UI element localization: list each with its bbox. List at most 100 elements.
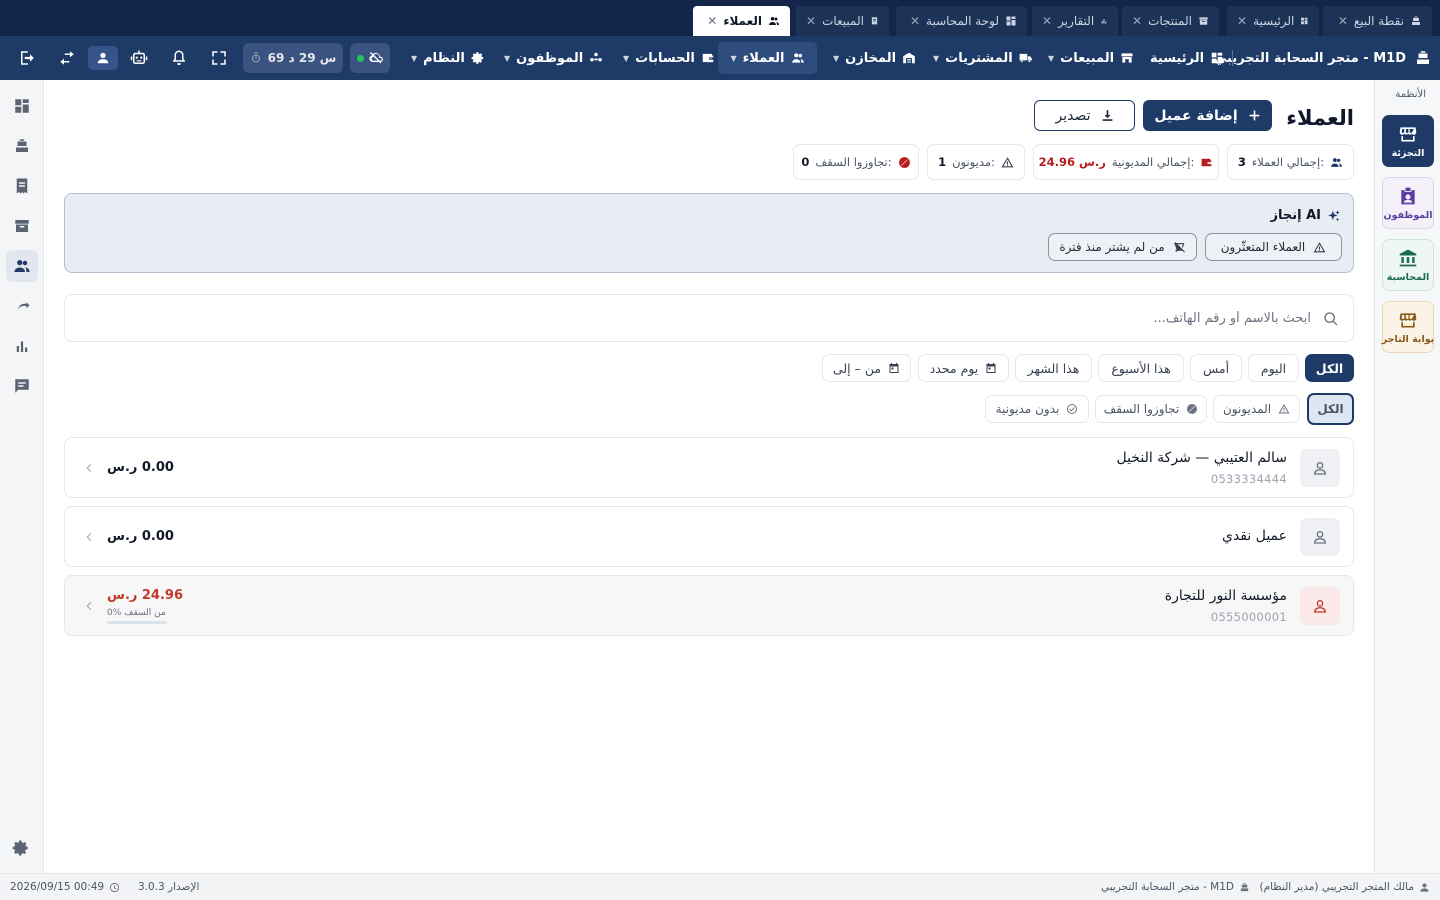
brand[interactable]: متجر السحابة التجريبي - M1D [1214, 42, 1432, 74]
stat-value: 24.96 ر.س [1038, 155, 1106, 169]
user-profile-button[interactable] [88, 46, 118, 70]
date-filter-range[interactable]: من – إلى [822, 354, 911, 382]
stat-label: مديونون: [952, 155, 995, 169]
divider [1232, 50, 1233, 66]
customer-phone: 0533334444 [1210, 472, 1287, 486]
staff-icon [590, 52, 603, 62]
tab-accounting-dashboard[interactable]: لوحة المحاسبة ✕ [896, 6, 1027, 36]
filter-label: هذا الأسبوع [1111, 360, 1171, 376]
quick-link-customers[interactable] [6, 250, 38, 282]
customer-row[interactable]: مؤسسة النور للتجارة 0555000001 24.96 ر.س… [64, 575, 1354, 636]
close-icon[interactable]: ✕ [1132, 14, 1142, 28]
search-input[interactable] [81, 295, 1311, 341]
date-filter-this-week[interactable]: هذا الأسبوع [1098, 354, 1184, 382]
tab-home[interactable]: الرئيسية ✕ [1227, 6, 1319, 36]
close-icon[interactable]: ✕ [707, 14, 717, 28]
customer-row[interactable]: سالم العتيبي — شركة النخيل 0533334444 0.… [64, 437, 1354, 498]
nav-sales[interactable]: المبيعات ▼ [1040, 42, 1142, 74]
nav-employees[interactable]: الموظفون ▼ [496, 42, 611, 74]
add-customer-button[interactable]: إضافة عميل [1143, 100, 1272, 131]
status-filter-debtors[interactable]: المديونون [1213, 395, 1300, 423]
warehouse-icon [903, 52, 915, 64]
logout-button[interactable] [15, 46, 39, 70]
stopwatch-icon [251, 52, 260, 63]
close-icon[interactable]: ✕ [1042, 14, 1052, 28]
quick-link-pos[interactable] [6, 130, 38, 162]
search-icon [1324, 312, 1338, 326]
dashboard-icon [1006, 16, 1016, 26]
system-retail[interactable]: التجزئة [1382, 115, 1434, 167]
close-icon[interactable]: ✕ [1237, 14, 1247, 28]
ai-title-text: إنجاز AI [1270, 208, 1321, 223]
quick-link-dashboard[interactable] [6, 90, 38, 122]
tab-customers[interactable]: العملاء ✕ [693, 6, 790, 36]
settings-button[interactable] [12, 839, 32, 859]
system-label: التجزئة [1391, 147, 1425, 159]
date-filter-this-month[interactable]: هذا الشهر [1015, 354, 1092, 382]
nav-home[interactable]: الرئيسية [1142, 42, 1232, 74]
quick-link-sales[interactable] [6, 170, 38, 202]
page-title: العملاء [1286, 106, 1354, 130]
customer-row[interactable]: عميل نقدي 0.00 ر.س [64, 506, 1354, 567]
nav-warehouses[interactable]: المخازن ▼ [825, 42, 924, 74]
nav-system[interactable]: النظام ▼ [403, 42, 493, 74]
session-timer[interactable]: 69 س 29 د [243, 43, 343, 73]
tab-pos[interactable]: نقطة البيع ✕ [1323, 6, 1432, 36]
box-icon [15, 220, 29, 232]
swap-icon [60, 51, 74, 65]
ai-chip-defaulting-customers[interactable]: العملاء المتعثّرون [1205, 233, 1342, 261]
users-icon [769, 17, 779, 25]
user-icon [97, 52, 109, 64]
filter-label: هذا الشهر [1027, 360, 1080, 376]
date-filter-specific-day[interactable]: يوم محدد [918, 354, 1009, 382]
tab-reports[interactable]: التقارير ✕ [1032, 6, 1118, 36]
notifications-button[interactable] [167, 46, 191, 70]
nav-accounts[interactable]: الحسابات ▼ [615, 42, 723, 74]
switch-store-button[interactable] [55, 46, 79, 70]
bank-icon [1399, 249, 1417, 266]
nav-label: المشتريات [945, 50, 1013, 66]
ai-chip-inactive-buyers[interactable]: من لم يشتر منذ فترة [1048, 233, 1197, 261]
status-filter-no-debt[interactable]: بدون مديونية [985, 395, 1089, 423]
nav-customers[interactable]: العملاء ▼ [718, 42, 817, 74]
customer-balance: 0.00 ر.س [107, 460, 174, 475]
tab-sales[interactable]: المبيعات ✕ [796, 6, 889, 36]
export-button[interactable]: تصدير [1034, 100, 1135, 131]
wallet-icon [702, 53, 714, 63]
date-filter-all[interactable]: الكل [1305, 354, 1354, 382]
system-employees[interactable]: الموظفون [1382, 177, 1434, 229]
stat-total-debt: إجمالي المديونية: 24.96 ر.س [1033, 144, 1219, 180]
close-icon[interactable]: ✕ [806, 14, 816, 28]
tab-label: لوحة المحاسبة [926, 14, 999, 28]
fullscreen-button[interactable] [207, 46, 231, 70]
close-icon[interactable]: ✕ [910, 14, 920, 28]
truck-icon [1019, 53, 1032, 63]
tab-products[interactable]: المنتجات ✕ [1122, 6, 1219, 36]
system-merchant-portal[interactable]: بوابة التاجر [1382, 301, 1434, 353]
calendar-icon [986, 363, 996, 373]
quick-link-reports[interactable] [6, 330, 38, 362]
quick-link-products[interactable] [6, 210, 38, 242]
chevron-down-icon: ▼ [411, 53, 418, 63]
pos-register-icon [1240, 882, 1249, 891]
sparkle-icon [1328, 209, 1340, 221]
filter-label: الكل [1315, 360, 1344, 376]
chevron-down-icon: ▼ [1048, 53, 1055, 63]
pos-register-icon [1412, 16, 1420, 25]
date-filter-today[interactable]: اليوم [1248, 354, 1299, 382]
button-label: تصدير [1055, 107, 1091, 124]
stat-label: تجاوزوا السقف: [815, 155, 892, 169]
status-filter-over-limit[interactable]: تجاوزوا السقف [1095, 395, 1207, 423]
robot-icon [130, 50, 148, 64]
nav-purchases[interactable]: المشتريات ▼ [925, 42, 1041, 74]
ai-title: إنجاز AI [1270, 208, 1341, 223]
cloud-sync-status[interactable] [350, 43, 390, 73]
quick-link-messages[interactable] [6, 370, 38, 402]
status-filter-all[interactable]: الكل [1307, 393, 1354, 425]
quick-link-returns[interactable] [6, 290, 38, 322]
system-accounting[interactable]: المحاسبة [1382, 239, 1434, 291]
customer-phone: 0555000001 [1210, 610, 1287, 624]
ai-assistant-button[interactable] [127, 46, 151, 70]
date-filter-yesterday[interactable]: أمس [1190, 354, 1242, 382]
close-icon[interactable]: ✕ [1338, 14, 1348, 28]
